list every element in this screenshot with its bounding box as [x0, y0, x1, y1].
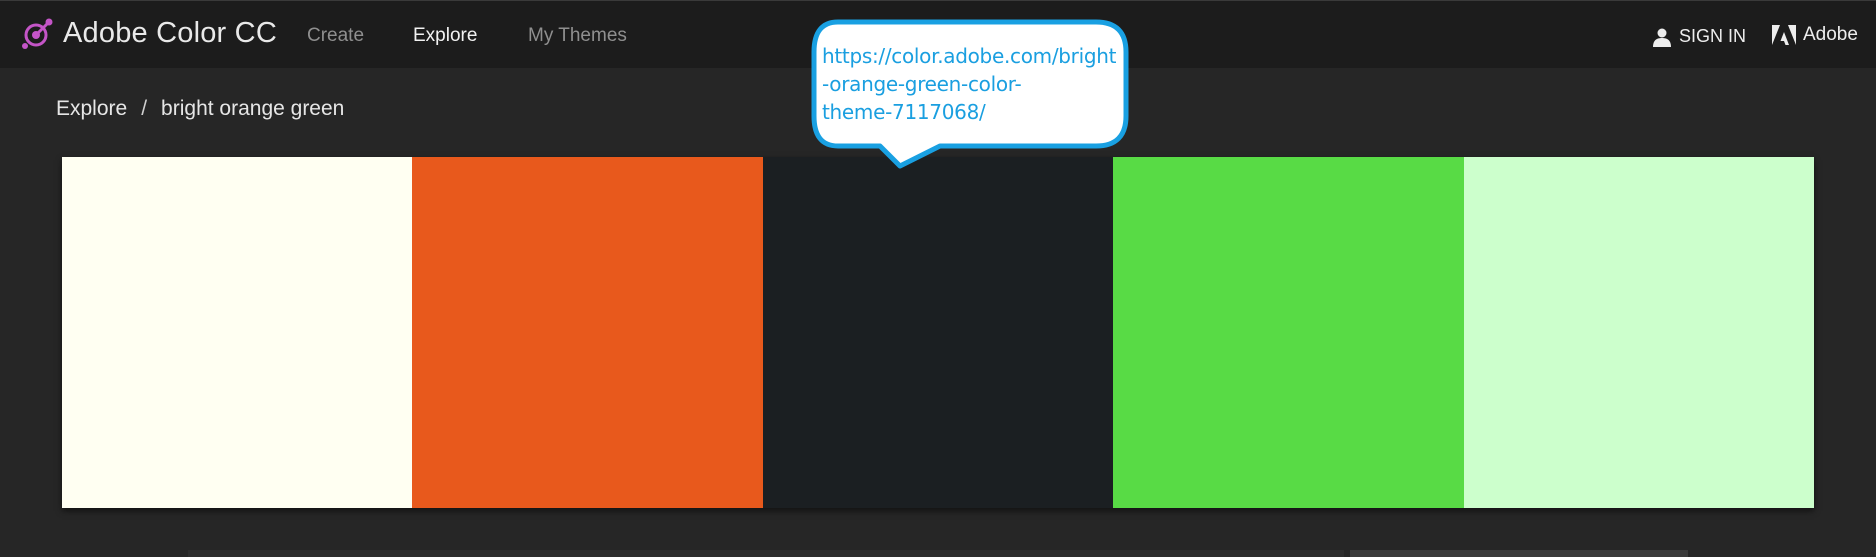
breadcrumb: Explore / bright orange green [56, 97, 344, 121]
app-title: Adobe Color CC [63, 16, 277, 49]
swatch-2[interactable] [412, 157, 763, 508]
bottom-panel-left [188, 550, 1344, 557]
breadcrumb-explore-link[interactable]: Explore [56, 97, 127, 121]
breadcrumb-current: bright orange green [161, 97, 345, 120]
user-icon [1653, 28, 1671, 47]
adobe-color-logo-icon [22, 18, 53, 49]
swatch-3[interactable] [762, 157, 1114, 508]
sign-in-button[interactable]: SIGN IN [1652, 26, 1746, 47]
brand[interactable]: Adobe Color CC [20, 16, 277, 50]
callout-line-3: theme-7117068/ [822, 100, 986, 124]
nav-explore[interactable]: Explore [413, 25, 477, 47]
adobe-link[interactable]: Adobe [1772, 24, 1858, 46]
callout-url-text: https://color.adobe.com/bright -orange-g… [822, 42, 1122, 126]
nav-create[interactable]: Create [307, 25, 364, 47]
callout-line-2: -orange-green-color- [822, 72, 1022, 96]
adobe-logo-icon [1772, 25, 1796, 45]
breadcrumb-separator: / [141, 97, 148, 120]
nav-my-themes[interactable]: My Themes [528, 25, 627, 47]
swatch-5[interactable] [1463, 157, 1815, 508]
swatch-4[interactable] [1113, 157, 1464, 508]
url-callout: https://color.adobe.com/bright -orange-g… [810, 18, 1130, 170]
swatch-1[interactable] [62, 157, 413, 508]
callout-line-1: https://color.adobe.com/bright [822, 44, 1117, 68]
sign-in-label: SIGN IN [1679, 26, 1747, 46]
adobe-label: Adobe [1803, 24, 1858, 45]
bottom-panel-right [1350, 550, 1688, 557]
color-theme-swatches [62, 157, 1815, 508]
